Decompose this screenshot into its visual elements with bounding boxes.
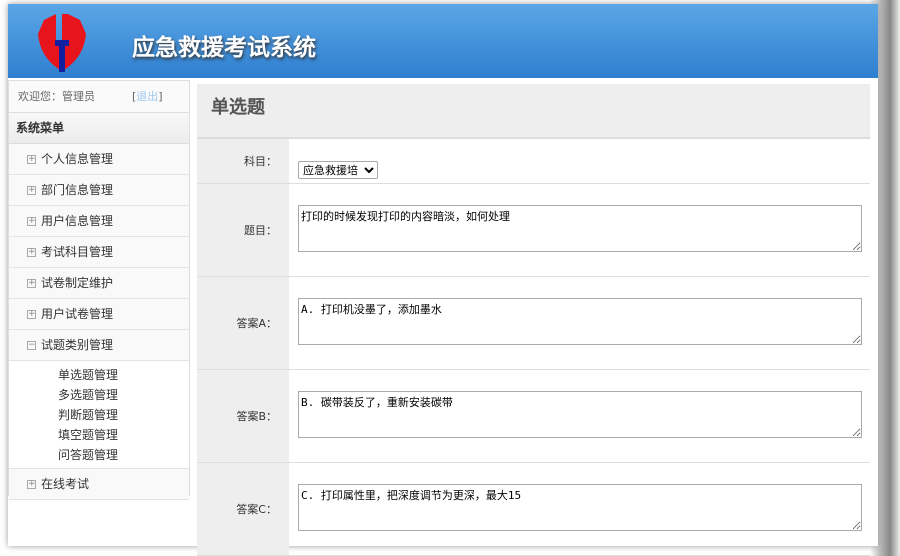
subject-label: 科目： xyxy=(197,139,289,183)
question-textarea[interactable]: 打印的时候发现打印的内容暗淡，如何处理 xyxy=(298,205,862,252)
menu-item-papers[interactable]: + 试卷制定维护 xyxy=(9,268,189,299)
menu-title: 系统菜单 xyxy=(9,113,189,144)
submenu-true-false[interactable]: 判断题管理 xyxy=(58,405,189,425)
main-content: 单选题 科目： 应急救援培 题目： 打印的时候发现打印的内容暗淡，如何处理 答案… xyxy=(197,84,870,556)
app-window: 应急救援考试系统 欢迎您：管理员 [退出] 系统菜单 + 个人信息管理 + 部门信息… xyxy=(8,4,878,556)
expand-icon: + xyxy=(27,216,36,226)
submenu-qa[interactable]: 问答题管理 xyxy=(58,445,189,465)
answer-b-row: 答案B： B. 碳带装反了，重新安装碳带 xyxy=(197,370,870,463)
menu-item-subjects[interactable]: + 考试科目管理 xyxy=(9,237,189,268)
answer-b-label: 答案B： xyxy=(197,370,289,462)
submenu-multi-choice[interactable]: 多选题管理 xyxy=(58,385,189,405)
submenu: 单选题管理 多选题管理 判断题管理 填空题管理 问答题管理 xyxy=(9,361,189,469)
answer-c-textarea[interactable]: C. 打印属性里，把深度调节为更深，最大15 xyxy=(298,484,862,531)
expand-icon: + xyxy=(27,185,36,195)
app-title: 应急救援考试系统 xyxy=(132,35,316,61)
menu-item-user-papers[interactable]: + 用户试卷管理 xyxy=(9,299,189,330)
subject-row: 科目： 应急救援培 xyxy=(197,139,870,184)
expand-icon: + xyxy=(27,278,36,288)
collapse-icon: − xyxy=(27,340,36,350)
menu-item-online-exam[interactable]: + 在线考试 xyxy=(9,469,189,500)
expand-icon: + xyxy=(27,479,36,489)
subject-select[interactable]: 应急救援培 xyxy=(298,161,378,179)
answer-b-textarea[interactable]: B. 碳带装反了，重新安装碳带 xyxy=(298,391,862,438)
page-title: 单选题 xyxy=(197,84,870,139)
submenu-fill-blank[interactable]: 填空题管理 xyxy=(58,425,189,445)
logout-link[interactable]: 退出 xyxy=(136,90,158,103)
expand-icon: + xyxy=(27,154,36,164)
question-row: 题目： 打印的时候发现打印的内容暗淡，如何处理 xyxy=(197,184,870,277)
answer-a-textarea[interactable]: A. 打印机没墨了，添加墨水 xyxy=(298,298,862,345)
sidebar: 欢迎您：管理员 [退出] 系统菜单 + 个人信息管理 + 部门信息管理 + 用户信息管… xyxy=(8,80,190,500)
answer-a-row: 答案A： A. 打印机没墨了，添加墨水 xyxy=(197,277,870,370)
welcome-text: 欢迎您：管理员 xyxy=(18,90,95,103)
answer-a-label: 答案A： xyxy=(197,277,289,369)
question-label: 题目： xyxy=(197,184,289,276)
submenu-single-choice[interactable]: 单选题管理 xyxy=(58,365,189,385)
menu-item-users[interactable]: + 用户信息管理 xyxy=(9,206,189,237)
shield-logo-icon xyxy=(38,14,86,72)
header: 应急救援考试系统 xyxy=(8,4,878,78)
expand-icon: + xyxy=(27,247,36,257)
menu-item-department[interactable]: + 部门信息管理 xyxy=(9,175,189,206)
answer-c-row: 答案C： C. 打印属性里，把深度调节为更深，最大15 xyxy=(197,463,870,556)
menu-item-question-types[interactable]: − 试题类别管理 xyxy=(9,330,189,361)
answer-c-label: 答案C： xyxy=(197,463,289,555)
welcome-bar: 欢迎您：管理员 [退出] xyxy=(9,81,189,113)
expand-icon: + xyxy=(27,309,36,319)
menu-item-personal[interactable]: + 个人信息管理 xyxy=(9,144,189,175)
